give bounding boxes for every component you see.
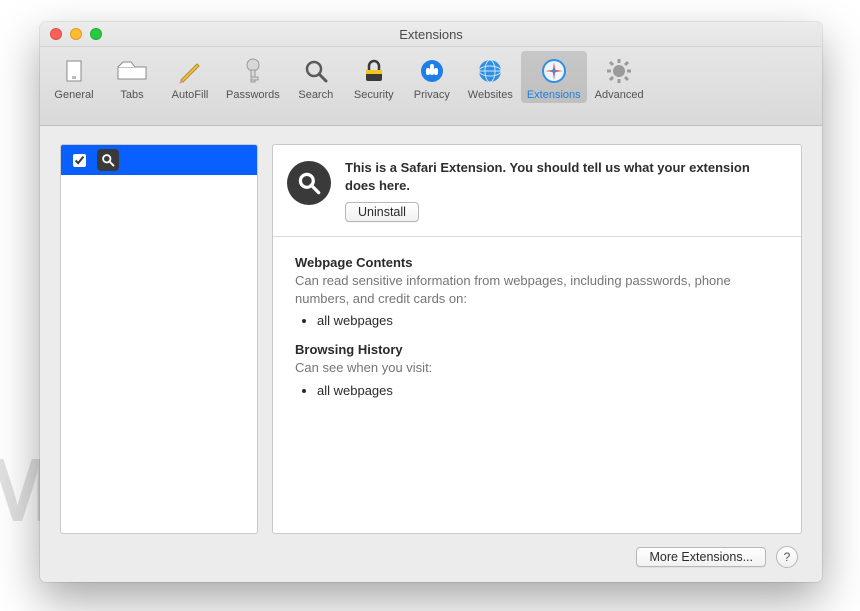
zoom-window-button[interactable] — [90, 28, 102, 40]
tab-websites[interactable]: Websites — [462, 51, 519, 103]
footer: More Extensions... ? — [60, 544, 802, 570]
tab-label: Extensions — [527, 89, 581, 101]
tab-label: Tabs — [120, 89, 143, 101]
tab-label: Advanced — [595, 89, 644, 101]
close-window-button[interactable] — [50, 28, 62, 40]
preferences-toolbar: General Tabs AutoFill Passwords Search — [40, 47, 822, 126]
extension-summary: This is a Safari Extension. You should t… — [345, 159, 783, 194]
extension-item-icon — [97, 149, 119, 171]
advanced-icon — [603, 55, 635, 87]
section-title: Browsing History — [295, 342, 779, 357]
tab-tabs[interactable]: Tabs — [104, 51, 160, 103]
section-title: Webpage Contents — [295, 255, 779, 270]
minimize-window-button[interactable] — [70, 28, 82, 40]
tab-label: Passwords — [226, 89, 280, 101]
extensions-icon — [538, 55, 570, 87]
section-description: Can see when you visit: — [295, 359, 779, 377]
section-list: all webpages — [295, 383, 779, 398]
tab-advanced[interactable]: Advanced — [589, 51, 650, 103]
window-body: This is a Safari Extension. You should t… — [40, 126, 822, 582]
tab-label: AutoFill — [172, 89, 209, 101]
titlebar: Extensions — [40, 22, 822, 47]
tab-label: Privacy — [414, 89, 450, 101]
tab-privacy[interactable]: Privacy — [404, 51, 460, 103]
window-controls — [50, 28, 102, 40]
tab-search[interactable]: Search — [288, 51, 344, 103]
section-description: Can read sensitive information from webp… — [295, 272, 779, 307]
extension-list-item[interactable] — [61, 145, 257, 175]
autofill-icon — [174, 55, 206, 87]
privacy-icon — [416, 55, 448, 87]
extension-enable-checkbox[interactable] — [73, 154, 86, 167]
tabs-icon — [116, 55, 148, 87]
panels: This is a Safari Extension. You should t… — [60, 144, 802, 534]
window-title: Extensions — [40, 27, 822, 42]
extension-header: This is a Safari Extension. You should t… — [273, 145, 801, 237]
tab-label: General — [54, 89, 93, 101]
list-item: all webpages — [317, 313, 779, 328]
tab-label: Search — [298, 89, 333, 101]
tab-security[interactable]: Security — [346, 51, 402, 103]
preferences-window: Extensions General Tabs AutoFill Pa — [40, 22, 822, 582]
passwords-icon — [237, 55, 269, 87]
more-extensions-button[interactable]: More Extensions... — [636, 547, 766, 567]
permissions-section: Webpage Contents Can read sensitive info… — [273, 237, 801, 420]
section-list: all webpages — [295, 313, 779, 328]
uninstall-button[interactable]: Uninstall — [345, 202, 419, 222]
help-button[interactable]: ? — [776, 546, 798, 568]
extension-detail: This is a Safari Extension. You should t… — [272, 144, 802, 534]
tab-extensions[interactable]: Extensions — [521, 51, 587, 103]
tab-passwords[interactable]: Passwords — [220, 51, 286, 103]
security-icon — [358, 55, 390, 87]
extension-description-block: This is a Safari Extension. You should t… — [345, 159, 783, 222]
websites-icon — [474, 55, 506, 87]
tab-label: Websites — [468, 89, 513, 101]
tab-general[interactable]: General — [46, 51, 102, 103]
search-icon — [300, 55, 332, 87]
list-item: all webpages — [317, 383, 779, 398]
extensions-list — [60, 144, 258, 534]
tab-label: Security — [354, 89, 394, 101]
extension-icon — [287, 161, 331, 205]
general-icon — [58, 55, 90, 87]
tab-autofill[interactable]: AutoFill — [162, 51, 218, 103]
